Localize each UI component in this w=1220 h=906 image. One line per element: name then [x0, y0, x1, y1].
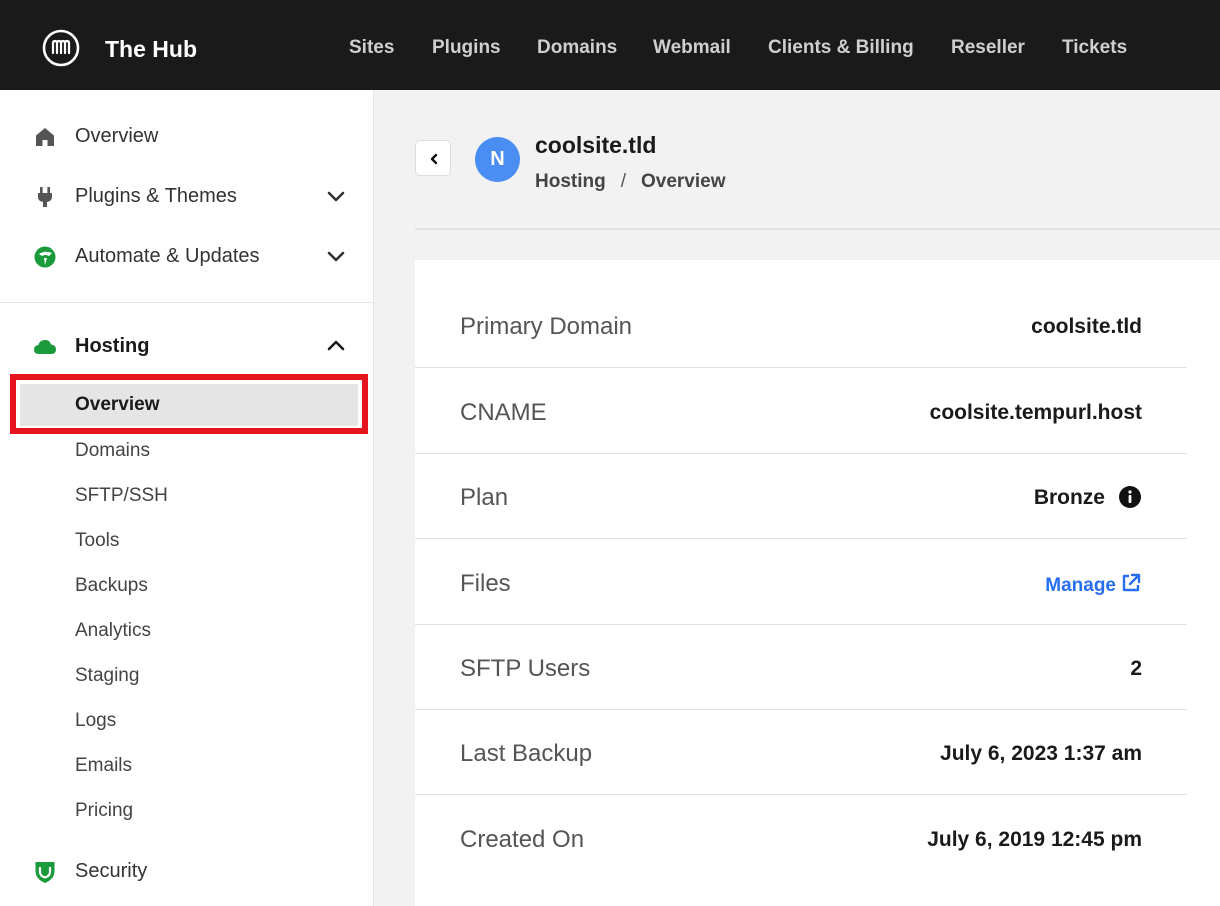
sidebar-subitem-label: Backups: [75, 575, 148, 596]
sidebar-subitem-label: Tools: [75, 530, 120, 551]
detail-label: SFTP Users: [460, 655, 591, 682]
breadcrumb-hosting[interactable]: Hosting: [535, 171, 606, 192]
page-title: coolsite.tld: [535, 132, 657, 158]
detail-value: coolsite.tld: [1031, 315, 1142, 338]
sidebar-subitem-emails[interactable]: Emails: [0, 748, 373, 784]
nav-domains[interactable]: Domains: [537, 36, 617, 60]
detail-row-cname: CNAME coolsite.tempurl.host: [415, 368, 1187, 454]
shield-icon: [35, 862, 55, 883]
sidebar-subitem-label: Staging: [75, 665, 140, 686]
sidebar-subitem-domains[interactable]: Domains: [0, 433, 373, 469]
nav-clients-billing[interactable]: Clients & Billing: [768, 36, 914, 60]
sidebar-subitem-label: Domains: [75, 440, 150, 461]
sidebar-item-plugins-themes[interactable]: Plugins & Themes: [0, 176, 373, 216]
sidebar-item-label: Plugins & Themes: [75, 185, 237, 207]
detail-value: Bronze: [1033, 486, 1105, 509]
detail-value: July 6, 2023 1:37 am: [940, 742, 1142, 765]
home-icon: [36, 128, 54, 146]
breadcrumb: Hosting / Overview: [535, 171, 726, 193]
sidebar-item-label: Hosting: [75, 335, 150, 357]
hosting-details-card: Primary Domain coolsite.tld CNAME coolsi…: [415, 260, 1220, 906]
chevron-down-icon[interactable]: [325, 185, 347, 207]
detail-value: July 6, 2019 12:45 pm: [927, 828, 1142, 851]
automate-icon: [34, 246, 56, 268]
sidebar-subitem-label: Emails: [75, 755, 133, 776]
nav-tickets[interactable]: Tickets: [1062, 36, 1127, 60]
detail-row-files: Files Manage: [415, 539, 1187, 625]
top-bar: The Hub Sites Plugins Domains Webmail Cl…: [0, 0, 1220, 90]
manage-files-link[interactable]: Manage: [1045, 572, 1142, 598]
back-button[interactable]: [415, 140, 451, 176]
sidebar-subitem-label: SFTP/SSH: [75, 485, 168, 506]
wpmudev-logo-icon[interactable]: [42, 29, 80, 67]
detail-row-sftp-users: SFTP Users 2: [415, 624, 1187, 710]
sidebar-subitem-pricing[interactable]: Pricing: [0, 793, 373, 829]
sidebar-subitem-logs[interactable]: Logs: [0, 703, 373, 739]
detail-row-created-on: Created On July 6, 2019 12:45 pm: [415, 795, 1187, 881]
breadcrumb-overview: Overview: [641, 171, 726, 192]
detail-label: Plan: [460, 484, 509, 511]
detail-value: 2: [1130, 657, 1142, 680]
sidebar-divider: [0, 302, 373, 303]
detail-label: CNAME: [460, 399, 547, 426]
sidebar-subitem-label: Analytics: [75, 620, 152, 641]
sidebar-subitem-tools[interactable]: Tools: [0, 523, 373, 559]
info-icon[interactable]: [1118, 485, 1142, 509]
external-link-icon: [1122, 573, 1141, 592]
sidebar-item-hosting[interactable]: Hosting: [0, 326, 373, 366]
sidebar-subitem-analytics[interactable]: Analytics: [0, 613, 373, 649]
plug-icon: [38, 187, 52, 207]
nav-webmail[interactable]: Webmail: [653, 36, 731, 60]
detail-value: coolsite.tempurl.host: [929, 401, 1142, 424]
manage-link-label: Manage: [1045, 575, 1116, 596]
sidebar-item-overview[interactable]: Overview: [0, 116, 373, 156]
sidebar-item-security[interactable]: Security: [0, 851, 373, 891]
chevron-left-icon: [430, 153, 438, 165]
sidebar-subitem-backups[interactable]: Backups: [0, 568, 373, 604]
sidebar-subitem-staging[interactable]: Staging: [0, 658, 373, 694]
breadcrumb-separator: /: [620, 171, 626, 192]
sidebar-subitem-label: Overview: [75, 394, 160, 415]
nav-reseller[interactable]: Reseller: [951, 36, 1025, 60]
nav-plugins[interactable]: Plugins: [432, 36, 501, 60]
sidebar-item-label: Automate & Updates: [75, 245, 260, 267]
detail-row-primary-domain: Primary Domain coolsite.tld: [415, 282, 1187, 368]
sidebar-item-automate-updates[interactable]: Automate & Updates: [0, 236, 373, 276]
sidebar-subitem-sftp-ssh[interactable]: SFTP/SSH: [0, 478, 373, 514]
sidebar-item-label: Security: [75, 860, 148, 882]
detail-label: Files: [460, 570, 511, 597]
app-title[interactable]: The Hub: [105, 35, 197, 63]
sidebar: Overview Plugins & Themes Automate & Upd…: [0, 90, 374, 906]
detail-row-last-backup: Last Backup July 6, 2023 1:37 am: [415, 709, 1187, 795]
active-item-background: [20, 384, 358, 426]
detail-row-plan: Plan Bronze: [415, 453, 1187, 539]
detail-label: Last Backup: [460, 740, 593, 767]
header-divider: [415, 228, 1220, 230]
detail-label: Primary Domain: [460, 313, 633, 340]
cloud-icon: [34, 340, 56, 354]
chevron-down-icon[interactable]: [325, 245, 347, 267]
nav-sites[interactable]: Sites: [349, 36, 394, 60]
sidebar-subitem-label: Logs: [75, 710, 117, 731]
chevron-up-icon[interactable]: [325, 335, 347, 357]
sidebar-subitem-label: Pricing: [75, 800, 134, 821]
site-avatar: N: [475, 137, 520, 182]
sidebar-subitem-overview[interactable]: Overview: [0, 384, 373, 426]
sidebar-item-label: Overview: [75, 125, 159, 147]
detail-label: Created On: [460, 826, 585, 853]
